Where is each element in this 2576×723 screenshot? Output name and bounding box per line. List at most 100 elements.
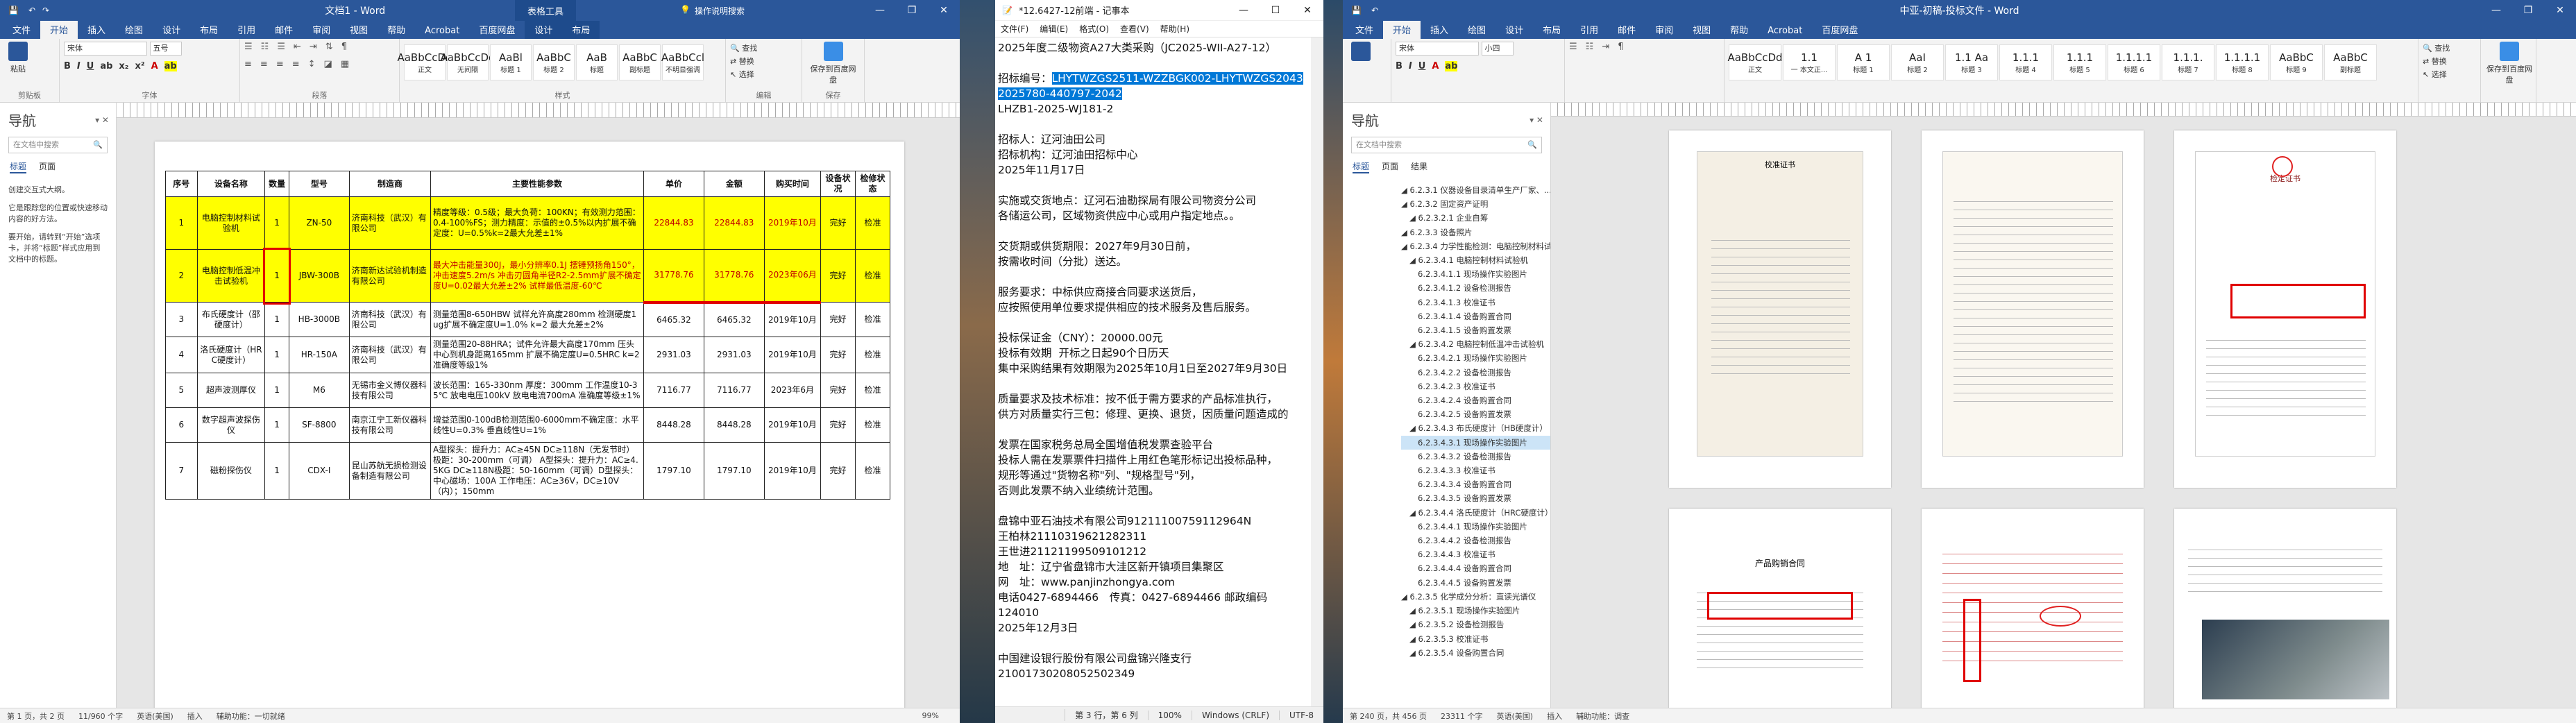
w2-tab-0[interactable]: 文件 xyxy=(1346,20,1383,39)
table-cell[interactable]: 完好 xyxy=(820,196,856,250)
table-cell[interactable]: 2019年10月 xyxy=(763,302,822,337)
table-cell[interactable]: 完好 xyxy=(820,407,856,443)
font-name-box[interactable]: 宋体 xyxy=(64,42,147,56)
align-left-icon[interactable]: ≡ xyxy=(244,59,252,69)
save-icon[interactable]: 💾 xyxy=(0,6,19,15)
np-menu-item[interactable]: 格式(O) xyxy=(1079,23,1109,35)
w2-font-size-box[interactable]: 小四 xyxy=(1481,42,1514,56)
table-cell[interactable]: 检准 xyxy=(855,302,890,337)
tab-5[interactable]: 布局 xyxy=(190,20,228,39)
w2-style-gallery-item[interactable]: 1.1.1 标题 4 xyxy=(1999,44,2052,80)
nav-tab-1[interactable]: 页面 xyxy=(39,160,56,173)
w2-style-gallery-item[interactable]: 1.1.1.1 标题 6 xyxy=(2108,44,2160,80)
toc-item[interactable]: 6.2.3.4.4.5 设备购置发票 xyxy=(1401,576,1550,590)
table-cell[interactable]: 7116.77 xyxy=(703,373,765,408)
toc-item[interactable]: 6.2.3.4.1.5 设备购置发票 xyxy=(1401,323,1550,337)
toc-item[interactable]: 6.2.3.4.1.2 设备检测报告 xyxy=(1401,281,1550,295)
toc-item[interactable]: ◢ 6.2.3.5.2 设备检测报告 xyxy=(1401,618,1550,631)
table-cell[interactable]: 磁粉探伤仪 xyxy=(196,442,266,500)
table-cell[interactable]: 1797.10 xyxy=(703,442,765,500)
nav-search-input[interactable]: 在文档中搜索 🔍 xyxy=(8,137,108,153)
find-button[interactable]: 🔍 查找 xyxy=(730,42,797,55)
toc-item[interactable]: 6.2.3.4.3.2 设备检测报告 xyxy=(1401,450,1550,463)
toc-item[interactable]: 6.2.3.4.2.5 设备购置发票 xyxy=(1401,407,1550,421)
table-cell[interactable]: 数字超声波探伤仪 xyxy=(196,407,266,443)
tab-9[interactable]: 视图 xyxy=(340,20,378,39)
table-cell[interactable]: 1 xyxy=(264,196,289,250)
w2-tab-8[interactable]: 审阅 xyxy=(1645,20,1683,39)
toc-item[interactable]: ◢ 6.2.3.1 仪器设备目录清单生产厂家、... xyxy=(1401,183,1550,197)
toc-item[interactable]: ◢ 6.2.3.2 固定资产证明 xyxy=(1401,197,1550,211)
table-cell[interactable]: A型探头：提升力：AC≥45N DC≥118N（无发节时）极距：30-200mm… xyxy=(430,442,645,500)
table-cell[interactable]: 完好 xyxy=(820,302,856,337)
zoom-level[interactable]: 99% xyxy=(922,711,960,720)
redo-icon[interactable]: ↷ xyxy=(35,6,49,15)
table-cell[interactable]: 2931.03 xyxy=(703,337,765,373)
table-cell[interactable]: 1 xyxy=(262,247,291,305)
w2-nav-close-icon[interactable]: ▾ ✕ xyxy=(1530,115,1550,125)
tab-7[interactable]: 邮件 xyxy=(265,20,303,39)
tab-14[interactable]: 布局 xyxy=(562,20,600,39)
table-cell[interactable]: 电脑控制低温冲击试验机 xyxy=(196,249,266,303)
accessibility-status[interactable]: 辅助功能：一切就绪 xyxy=(217,711,285,722)
paste-button[interactable]: 粘贴 xyxy=(4,42,32,74)
multilevel-icon[interactable]: ☰ xyxy=(277,42,285,52)
notepad-text-area[interactable]: 2025年度二级物资A27大类采购（JC2025-WII-A27-12） 招标编号… xyxy=(995,37,1311,706)
table-cell[interactable]: 2023年6月 xyxy=(763,373,822,408)
tab-2[interactable]: 插入 xyxy=(78,20,115,39)
w2-style-gallery-item[interactable]: 1.1.1 标题 5 xyxy=(2053,44,2106,80)
sort-icon[interactable]: ⇅ xyxy=(325,42,333,52)
table-cell[interactable]: 8448.28 xyxy=(643,407,704,443)
select-button[interactable]: ↖ 选择 xyxy=(730,68,797,81)
toc-item[interactable]: ◢ 6.2.3.4.4 洛氏硬度计（HRC硬度计） xyxy=(1401,506,1550,520)
page-thumbnail-6[interactable] xyxy=(2174,509,2396,708)
table-cell[interactable]: 波长范围：165-330nm 厚度：300mm 工作温度10-35℃ 放电电压1… xyxy=(430,373,645,408)
increase-indent-icon[interactable]: ⇥ xyxy=(310,42,317,52)
toc-item[interactable]: ◢ 6.2.3.5.3 校准证书 xyxy=(1401,632,1550,646)
table-cell[interactable]: HR-150A xyxy=(288,337,350,373)
w2-restore-button[interactable]: ❐ xyxy=(2512,0,2544,21)
shading-icon[interactable]: ◪ xyxy=(324,59,332,69)
table-cell[interactable]: 22844.83 xyxy=(643,196,704,250)
w2-accessibility-status[interactable]: 辅助功能：调查 xyxy=(1576,711,1629,722)
w2-style-gallery-item[interactable]: AaI 标题 2 xyxy=(1891,44,1944,80)
table-cell[interactable]: 31778.76 xyxy=(643,249,704,304)
align-right-icon[interactable]: ≡ xyxy=(276,59,284,69)
table-cell[interactable]: 2023年06月 xyxy=(763,249,822,304)
table-cell[interactable]: 1 xyxy=(264,337,289,373)
toc-item[interactable]: 6.2.3.4.3.3 校准证书 xyxy=(1401,463,1550,477)
table-cell[interactable]: 22844.83 xyxy=(703,196,765,250)
w2-show-marks-icon[interactable]: ¶ xyxy=(1618,42,1623,52)
bold-button[interactable]: B xyxy=(64,61,71,71)
toc-item[interactable]: 6.2.3.4.2.1 现场操作实验图片 xyxy=(1401,351,1550,365)
w2-style-gallery-item[interactable]: 1.1.1. 标题 7 xyxy=(2162,44,2214,80)
tell-me-box[interactable]: 操作说明搜索 xyxy=(695,5,745,17)
subscript-button[interactable]: x₂ xyxy=(119,61,128,71)
w2-style-gallery-item[interactable]: AaBbCcDd 正文 xyxy=(1727,44,1783,80)
table-cell[interactable]: JBW-300B xyxy=(288,249,350,303)
w2-undo-icon[interactable]: ↶ xyxy=(1362,6,1378,15)
table-cell[interactable]: 1 xyxy=(264,302,289,337)
table-cell[interactable]: 5 xyxy=(165,373,198,408)
w2-nav-search-input[interactable]: 在文档中搜索 🔍 xyxy=(1351,137,1542,153)
np-scrollbar[interactable] xyxy=(1311,37,1323,706)
style-gallery-item[interactable]: AaBl 标题 1 xyxy=(490,44,532,80)
w2-tab-9[interactable]: 视图 xyxy=(1683,20,1720,39)
w2-find-button[interactable]: 🔍 查找 xyxy=(2423,42,2476,55)
page-thumbnail-4[interactable]: 产品购销合同 xyxy=(1669,509,1891,708)
table-cell[interactable]: 检准 xyxy=(855,196,890,250)
w2-bullets-icon[interactable]: ☰ xyxy=(1569,42,1577,52)
w2-save-icon[interactable]: 💾 xyxy=(1343,6,1362,15)
w2-highlight-button[interactable]: ab xyxy=(1445,61,1458,71)
table-cell[interactable]: 电脑控制材料试验机 xyxy=(196,196,266,250)
w2-bold-button[interactable]: B xyxy=(1396,61,1403,71)
italic-button[interactable]: I xyxy=(77,61,80,71)
table-cell[interactable]: 4 xyxy=(165,337,198,373)
toc-item[interactable]: ◢ 6.2.3.5 化学成分分析：直读光谱仪 xyxy=(1401,590,1550,604)
table-cell[interactable]: 济南科技（武汉）有限公司 xyxy=(348,196,431,250)
minimize-button[interactable]: — xyxy=(864,0,896,21)
table-cell[interactable]: 完好 xyxy=(820,337,856,373)
tab-1[interactable]: 开始 xyxy=(40,20,78,39)
table-cell[interactable]: 1797.10 xyxy=(643,442,704,500)
table-cell[interactable]: ZN-50 xyxy=(288,196,350,250)
